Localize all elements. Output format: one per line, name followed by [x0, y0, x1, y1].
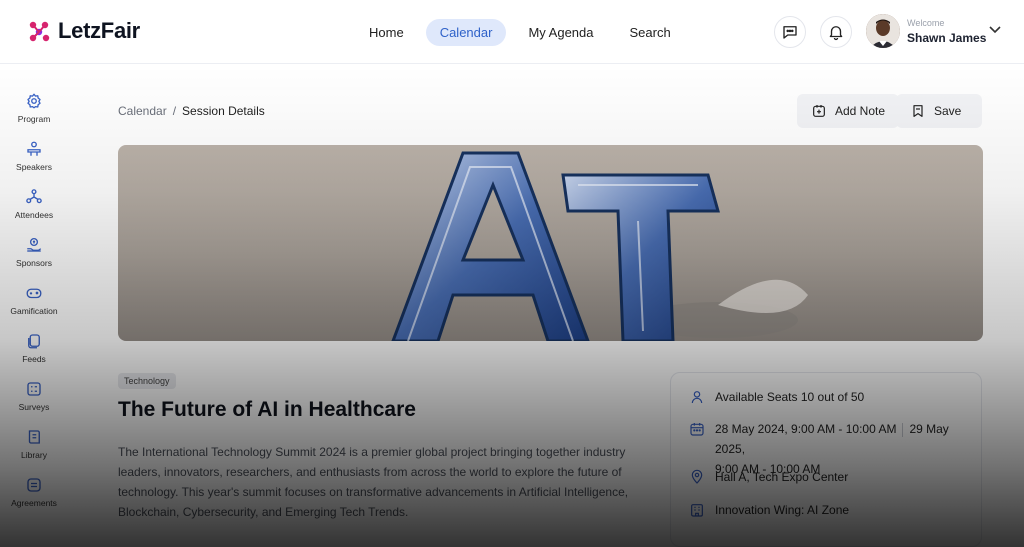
- seats-text: Available Seats 10 out of 50: [715, 390, 865, 404]
- avatar[interactable]: [866, 14, 900, 48]
- feeds-icon: [28, 334, 40, 349]
- sidebar-item-attendees[interactable]: Attendees: [0, 188, 68, 220]
- chat-button[interactable]: [774, 16, 806, 48]
- session-banner-image: AI: [118, 145, 983, 341]
- logo-icon: [29, 21, 50, 42]
- save-label: Save: [934, 104, 962, 118]
- library-icon: [28, 430, 40, 444]
- gear-icon: [27, 93, 41, 109]
- nav-calendar[interactable]: Calendar: [425, 19, 507, 46]
- location-pin-icon: [691, 469, 703, 484]
- sponsor-icon: [27, 237, 42, 252]
- main-nav: Home Calendar My Agenda Search: [355, 19, 685, 46]
- add-note-button[interactable]: Add Note: [797, 94, 900, 128]
- seats-row: Available Seats 10 out of 50: [689, 390, 864, 405]
- sidebar-item-label: Program: [17, 114, 51, 124]
- sidebar-item-speakers[interactable]: Speakers: [0, 140, 68, 172]
- chevron-down-icon[interactable]: [988, 25, 1002, 35]
- session-title: The Future of AI in Healthcare: [118, 398, 416, 421]
- location-row: Hall A, Tech Expo Center: [689, 469, 849, 485]
- person-icon: [691, 391, 703, 404]
- bell-icon: [829, 26, 843, 41]
- sidebar-item-label: Sponsors: [16, 258, 52, 268]
- breadcrumb-calendar-link[interactable]: Calendar: [118, 104, 167, 118]
- calendar-icon: [690, 423, 704, 436]
- notifications-button[interactable]: [820, 16, 852, 48]
- nav-search[interactable]: Search: [616, 19, 685, 46]
- bookmark-icon: [913, 105, 923, 117]
- logo[interactable]: LetzFair: [28, 18, 140, 44]
- top-header: LetzFair Home Calendar My Agenda Search …: [0, 0, 1024, 64]
- agreement-icon: [27, 478, 41, 492]
- location-text: Hall A, Tech Expo Center: [715, 470, 849, 484]
- session-info-card: Available Seats 10 out of 50 28 May 2024…: [670, 372, 982, 547]
- chat-icon: [783, 26, 797, 39]
- building-icon: [691, 504, 703, 517]
- survey-icon: [27, 382, 41, 396]
- gamepad-icon: [26, 288, 42, 299]
- zone-text: Innovation Wing: AI Zone: [715, 503, 850, 517]
- speaker-icon: [27, 141, 41, 156]
- nav-my-agenda[interactable]: My Agenda: [514, 19, 607, 46]
- avatar-image: [866, 14, 900, 48]
- sidebar-item-sponsors[interactable]: Sponsors: [0, 236, 68, 268]
- sidebar-item-label: Feeds: [22, 354, 46, 364]
- sidebar-item-label: Surveys: [18, 402, 50, 412]
- sidebar-item-label: Agreements: [11, 498, 57, 508]
- sidebar-item-gamification[interactable]: Gamification: [0, 284, 68, 316]
- sidebar-item-surveys[interactable]: Surveys: [0, 380, 68, 412]
- logo-text: LetzFair: [58, 18, 140, 43]
- note-add-icon: [813, 105, 825, 117]
- sidebar-item-label: Library: [21, 450, 47, 460]
- session-description: The International Technology Summit 2024…: [118, 445, 629, 519]
- sidebar-item-library[interactable]: Library: [0, 428, 68, 460]
- sidebar-item-label: Speakers: [16, 162, 52, 172]
- date-divider: [902, 422, 904, 437]
- sidebar-item-feeds[interactable]: Feeds: [0, 332, 68, 364]
- sidebar-item-label: Attendees: [14, 210, 54, 220]
- nav-home[interactable]: Home: [355, 19, 418, 46]
- date-start: 28 May 2024, 9:00 AM - 10:00 AM: [715, 422, 897, 436]
- breadcrumb-separator: /: [172, 104, 177, 118]
- breadcrumb-current: Session Details: [182, 104, 265, 118]
- sidebar-item-agreements[interactable]: Agreements: [0, 476, 68, 508]
- add-note-label: Add Note: [835, 104, 886, 118]
- sidebar-item-program[interactable]: Program: [0, 92, 68, 124]
- category-tag: Technology: [118, 373, 176, 389]
- breadcrumb: Calendar / Session Details: [118, 104, 265, 118]
- welcome-label: Welcome: [907, 18, 945, 28]
- sidebar: Program Speakers Attendees Sponsors Gami…: [0, 64, 68, 547]
- attendees-icon: [26, 189, 42, 204]
- sidebar-item-label: Gamification: [10, 306, 58, 316]
- zone-row: Innovation Wing: AI Zone: [689, 503, 849, 518]
- ai-3d-lettering: [391, 151, 808, 341]
- user-name: Shawn James: [907, 31, 987, 45]
- save-button[interactable]: Save: [896, 94, 982, 128]
